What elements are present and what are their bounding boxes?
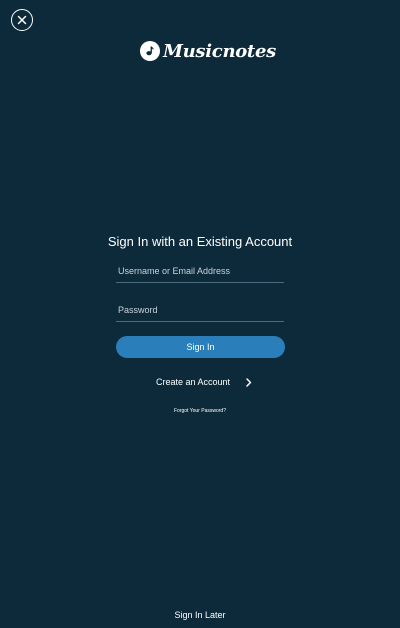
password-input[interactable] — [116, 299, 284, 321]
close-button[interactable] — [11, 9, 33, 31]
brand-logo: Musicnotes — [140, 38, 276, 64]
password-field — [116, 299, 284, 322]
brand-name: Musicnotes — [163, 40, 276, 62]
create-account-label: Create an Account — [156, 377, 231, 387]
chevron-right-icon — [246, 377, 252, 387]
music-note-logo-icon — [140, 41, 160, 61]
sign-in-later-link[interactable]: Sign In Later — [0, 610, 400, 620]
create-account-link[interactable]: Create an Account — [156, 375, 252, 389]
close-icon — [17, 15, 27, 25]
form-title: Sign In with an Existing Account — [107, 234, 293, 249]
username-input[interactable] — [116, 260, 284, 282]
username-field — [116, 260, 284, 283]
sign-in-screen: Musicnotes Sign In with an Existing Acco… — [0, 0, 400, 628]
forgot-password-link[interactable]: Forgot Your Password? — [0, 408, 400, 414]
sign-in-button[interactable]: Sign In — [116, 336, 285, 358]
